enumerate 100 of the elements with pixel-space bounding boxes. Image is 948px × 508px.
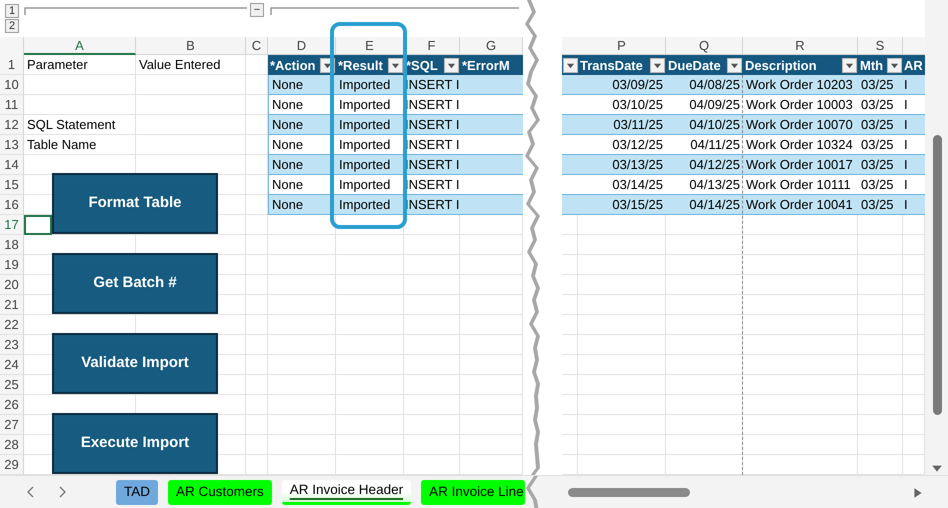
table-cell: None: [268, 135, 336, 155]
table-cell: 04/08/25: [666, 75, 743, 95]
filter-button[interactable]: [650, 58, 665, 72]
collapse-button[interactable]: −: [250, 3, 264, 17]
column-header[interactable]: B: [136, 37, 246, 55]
header-label: Mth: [860, 56, 884, 74]
row-header[interactable]: 26: [0, 395, 24, 415]
table-cell: None: [268, 115, 336, 135]
row-header[interactable]: 21: [0, 295, 24, 315]
chevron-right-icon: [58, 486, 66, 498]
table-cell: 03/25: [858, 95, 903, 115]
caret-icon: [447, 60, 456, 70]
row-header[interactable]: 25: [0, 375, 24, 395]
filter-button[interactable]: [842, 58, 857, 72]
filter-button[interactable]: [727, 58, 742, 72]
macro-button[interactable]: Execute Import: [52, 413, 218, 474]
table-cell: 03/25: [858, 75, 903, 95]
table-cell: 04/13/25: [666, 175, 743, 195]
row-header[interactable]: 28: [0, 435, 24, 455]
row-header[interactable]: 10: [0, 75, 24, 95]
table-cell: None: [268, 155, 336, 175]
table-cell: I: [903, 155, 925, 175]
column-header[interactable]: C: [246, 37, 268, 55]
outline-level-button[interactable]: 2: [5, 19, 19, 33]
table-cell: 03/13/25: [578, 155, 666, 175]
column-header[interactable]: A: [24, 37, 136, 55]
table-cell: 03/14/25: [578, 175, 666, 195]
sheet-tab[interactable]: TAD: [116, 480, 158, 504]
table-cell: None: [268, 195, 336, 215]
sheet-tab[interactable]: AR Invoice Line: [421, 480, 525, 504]
header-label: *Action: [270, 56, 316, 74]
filter-button[interactable]: [444, 58, 459, 72]
row-header[interactable]: 19: [0, 255, 24, 275]
row-header[interactable]: 12: [0, 115, 24, 135]
caret-icon: [845, 60, 854, 70]
header-label: DueDate: [668, 56, 721, 74]
table-cell-text: Value Entered: [138, 56, 222, 74]
filter-button[interactable]: [388, 58, 403, 72]
row-header[interactable]: 13: [0, 135, 24, 155]
table-cell: [460, 75, 523, 95]
row-header[interactable]: 15: [0, 175, 24, 195]
table-cell: None: [268, 75, 336, 95]
table-cell: I: [903, 175, 925, 195]
macro-button[interactable]: Validate Import: [52, 333, 218, 394]
table-cell: I: [903, 115, 925, 135]
header-label: Description: [745, 56, 817, 74]
table-cell: [562, 195, 578, 215]
selected-cell[interactable]: [24, 215, 52, 235]
row-header[interactable]: 20: [0, 275, 24, 295]
table-cell: I: [903, 95, 925, 115]
sheet-tab[interactable]: AR Customers: [168, 480, 272, 504]
table-cell: Imported: [336, 75, 404, 95]
caret-icon: [566, 60, 575, 70]
table-cell: Work Order 10003: [743, 95, 858, 115]
row-header[interactable]: 22: [0, 315, 24, 335]
row-header[interactable]: 29: [0, 455, 24, 475]
filter-button[interactable]: [887, 58, 902, 72]
scrollbar-thumb[interactable]: [933, 135, 942, 415]
row-header[interactable]: 24: [0, 355, 24, 375]
sheet-tab[interactable]: AR Invoice Header: [282, 480, 412, 504]
table-cell: 03/12/25: [578, 135, 666, 155]
table-cell: 03/25: [858, 135, 903, 155]
row-header[interactable]: 27: [0, 415, 24, 435]
row-header[interactable]: 16: [0, 195, 24, 215]
table-cell: [460, 155, 523, 175]
table-cell: Work Order 10203: [743, 75, 858, 95]
header-label: *SQL: [406, 56, 438, 74]
table-cell: Imported: [336, 155, 404, 175]
table-cell: [562, 155, 578, 175]
row-header[interactable]: 1: [0, 55, 24, 75]
vertical-scrollbar[interactable]: [925, 0, 948, 475]
macro-button[interactable]: Format Table: [52, 173, 218, 234]
caret-icon: [391, 60, 400, 70]
table-cell: 03/10/25: [578, 95, 666, 115]
header-label: *Result: [338, 56, 383, 74]
table-cell: [460, 115, 523, 135]
table-cell: [562, 115, 578, 135]
table-cell: 03/11/25: [578, 115, 666, 135]
row-header[interactable]: 18: [0, 235, 24, 255]
caret-icon: [653, 60, 662, 70]
table-cell: I: [903, 75, 925, 95]
table-cell: 04/14/25: [666, 195, 743, 215]
table-cell: I: [903, 195, 925, 215]
outline-level-button[interactable]: 1: [5, 4, 19, 18]
table-cell: 03/09/25: [578, 75, 666, 95]
table-cell: Work Order 10041: [743, 195, 858, 215]
table-cell: Work Order 10111: [743, 175, 858, 195]
row-header[interactable]: 14: [0, 155, 24, 175]
table-cell: I: [903, 135, 925, 155]
scrollbar-thumb[interactable]: [568, 488, 690, 497]
table-cell: 04/12/25: [666, 155, 743, 175]
table-cell: 04/09/25: [666, 95, 743, 115]
row-header[interactable]: 23: [0, 335, 24, 355]
row-header[interactable]: 17: [0, 215, 24, 235]
row-header[interactable]: 11: [0, 95, 24, 115]
scroll-right-icon: [912, 487, 924, 499]
table-cell: 03/25: [858, 175, 903, 195]
table-cell: 03/25: [858, 195, 903, 215]
macro-button[interactable]: Get Batch #: [52, 253, 218, 314]
table-cell: Work Order 10324: [743, 135, 858, 155]
